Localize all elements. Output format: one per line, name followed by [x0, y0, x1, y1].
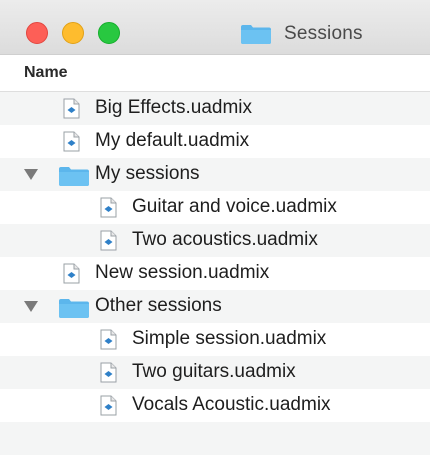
folder-icon: [241, 25, 271, 44]
folder-label: Other sessions: [95, 295, 222, 316]
list-item[interactable]: Two guitars.uadmix: [0, 356, 430, 389]
list-item[interactable]: Big Effects.uadmix: [0, 92, 430, 125]
disclosure-triangle-icon[interactable]: [24, 301, 38, 312]
folder-row-my-sessions[interactable]: My sessions: [0, 158, 430, 191]
uadmix-file-icon: [100, 362, 117, 383]
uadmix-file-icon: [100, 329, 117, 350]
uadmix-file-icon: [100, 197, 117, 218]
uadmix-file-icon: [63, 98, 80, 119]
list-item[interactable]: Two acoustics.uadmix: [0, 224, 430, 257]
uadmix-file-icon: [63, 263, 80, 284]
list-item-label: My default.uadmix: [95, 130, 250, 151]
window-title-group: Sessions: [240, 22, 363, 46]
list-item-label: Two guitars.uadmix: [132, 361, 296, 382]
list-item-label: Guitar and voice.uadmix: [132, 196, 337, 217]
maximize-button[interactable]: [98, 22, 120, 44]
column-header-name[interactable]: Name: [0, 55, 430, 92]
finder-window: Sessions Name Big Effects.uadmix My defa…: [0, 0, 430, 458]
uadmix-file-icon: [100, 395, 117, 416]
list-item-label: Big Effects.uadmix: [95, 97, 253, 118]
folder-icon: [59, 167, 89, 186]
folder-label: My sessions: [95, 163, 200, 184]
list-item[interactable]: Simple session.uadmix: [0, 323, 430, 356]
list-item-label: Vocals Acoustic.uadmix: [132, 394, 331, 415]
uadmix-file-icon: [100, 230, 117, 251]
list-item-label: Simple session.uadmix: [132, 328, 327, 349]
minimize-button[interactable]: [62, 22, 84, 44]
uadmix-file-icon: [63, 131, 80, 152]
list-item[interactable]: Vocals Acoustic.uadmix: [0, 389, 430, 422]
list-item[interactable]: New session.uadmix: [0, 257, 430, 290]
list-item-label: New session.uadmix: [95, 262, 270, 283]
list-item-label: Two acoustics.uadmix: [132, 229, 318, 250]
file-list: Big Effects.uadmix My default.uadmix My …: [0, 92, 430, 455]
empty-row: [0, 422, 430, 455]
folder-row-other-sessions[interactable]: Other sessions: [0, 290, 430, 323]
title-bar[interactable]: Sessions: [0, 0, 430, 55]
list-item[interactable]: Guitar and voice.uadmix: [0, 191, 430, 224]
list-item[interactable]: My default.uadmix: [0, 125, 430, 158]
disclosure-triangle-icon[interactable]: [24, 169, 38, 180]
window-title: Sessions: [284, 23, 363, 44]
folder-icon: [59, 299, 89, 318]
close-button[interactable]: [26, 22, 48, 44]
column-header-label: Name: [24, 64, 68, 81]
